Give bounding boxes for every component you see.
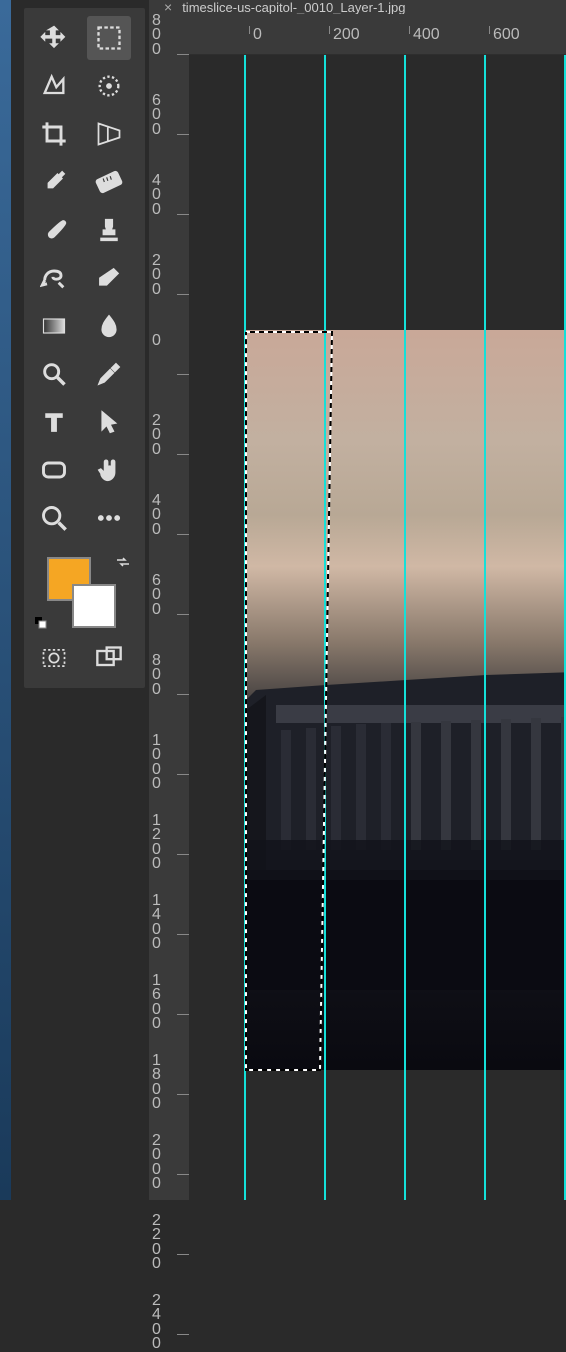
ruler-tick: 400 [152,494,182,537]
guide-line[interactable] [244,55,246,1200]
guide-line[interactable] [324,55,326,1200]
lasso-icon [40,72,68,100]
reset-colors-icon[interactable] [34,616,48,630]
ruler-tick: 600 [489,26,520,34]
zoom-icon [40,504,68,532]
ruler-tick: 600 [152,574,182,617]
eyedropper-tool[interactable] [32,160,76,204]
text-tool[interactable] [32,400,76,444]
eyedropper-icon [40,168,68,196]
building-illustration [246,590,566,990]
more-tool[interactable] [87,496,131,540]
ruler-tick: 800 [152,654,182,697]
ruler-tick: 1000 [152,734,182,792]
quickmask-tool[interactable] [32,636,76,680]
stamp-icon [95,216,123,244]
magic-select-icon [95,72,123,100]
move-tool[interactable] [32,16,76,60]
hand-icon [95,456,123,484]
ruler-tick: 1800 [152,1054,182,1112]
more-icon [95,504,123,532]
ruler-tick: 0 [249,26,262,34]
rounded-rect-icon [40,456,68,484]
background-color[interactable] [72,584,116,628]
ruler-tick: 400 [152,174,182,217]
guide-line[interactable] [484,55,486,1200]
brush-tool[interactable] [32,208,76,252]
app-window: × timeslice-us-capitol-_0010_Layer-1.jpg… [11,0,566,1200]
eraser-tool[interactable] [87,256,131,300]
ruler-tick: 2200 [152,1214,182,1272]
rect-select-icon [95,24,123,52]
toolbar [24,8,145,688]
lasso-tool[interactable] [32,64,76,108]
ruler-tick: 2400 [152,1294,182,1352]
text-icon [40,408,68,436]
pen-icon [95,360,123,388]
brush-icon [40,216,68,244]
desktop-background [0,0,11,1200]
zoom-tool[interactable] [32,496,76,540]
screen-mode-tool[interactable] [87,636,131,680]
rect-select-tool[interactable] [87,16,131,60]
blur-icon [95,312,123,340]
eraser-icon [95,264,123,292]
guide-line[interactable] [404,55,406,1200]
vertical-ruler[interactable]: 8006004002000200400600800100012001400160… [149,14,189,1200]
gradient-icon [40,312,68,340]
ruler-tick: 1600 [152,974,182,1032]
ruler-tick: 200 [152,254,182,297]
heal-icon [40,264,68,292]
perspective-crop-tool[interactable] [87,112,131,156]
shape-tool[interactable] [32,448,76,492]
stamp-tool[interactable] [87,208,131,252]
crop-icon [40,120,68,148]
magnify-icon [40,360,68,388]
gradient-tool[interactable] [32,304,76,348]
ruler-tick: 2000 [152,1134,182,1192]
horizontal-ruler[interactable]: 0 200 400 600 800 [189,14,566,54]
pointer-tool[interactable] [87,400,131,444]
ruler-tick: 200 [329,26,360,34]
color-swatches [32,552,137,632]
document-tab[interactable]: timeslice-us-capitol-_0010_Layer-1.jpg [182,0,405,14]
hand-tool[interactable] [87,448,131,492]
tab-close-icon[interactable]: × [164,0,172,14]
ruler-tool[interactable] [87,160,131,204]
ruler-tick: 800 [152,14,182,57]
crop-tool[interactable] [32,112,76,156]
ruler-tick: 200 [152,414,182,457]
quickmask-icon [40,644,68,672]
canvas-area: × timeslice-us-capitol-_0010_Layer-1.jpg… [149,0,566,1200]
ruler-icon [95,168,123,196]
screen-mode-icon [95,644,123,672]
ruler-tick: 1400 [152,894,182,952]
move-icon [40,24,68,52]
ruler-tick: 400 [409,26,440,34]
perspective-icon [95,120,123,148]
blur-tool[interactable] [87,304,131,348]
swap-colors-icon[interactable] [115,554,131,570]
ruler-tick: 600 [152,94,182,137]
ruler-tick: 1200 [152,814,182,872]
tab-bar: × timeslice-us-capitol-_0010_Layer-1.jpg [149,0,566,14]
magic-select-tool[interactable] [87,64,131,108]
heal-tool[interactable] [32,256,76,300]
magnify-tool[interactable] [32,352,76,396]
pen-tool[interactable] [87,352,131,396]
image-layer [246,330,566,1070]
ruler-tick: 0 [152,334,182,348]
pointer-icon [95,408,123,436]
canvas[interactable] [189,55,566,1200]
